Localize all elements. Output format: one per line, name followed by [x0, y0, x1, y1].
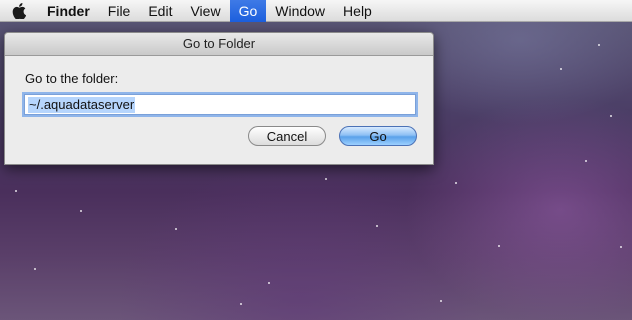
dialog-title: Go to Folder [5, 33, 433, 56]
menu-file[interactable]: File [99, 0, 140, 22]
apple-menu[interactable] [0, 0, 38, 22]
folder-prompt-label: Go to the folder: [25, 71, 119, 86]
wallpaper-star [34, 268, 36, 270]
menu-edit[interactable]: Edit [139, 0, 181, 22]
wallpaper-star [175, 228, 177, 230]
go-to-folder-dialog: Go to Folder Go to the folder: ~/.aquada… [4, 32, 434, 165]
menu-bar: Finder File Edit View Go Window Help [0, 0, 632, 22]
wallpaper-star [80, 210, 82, 212]
menu-window[interactable]: Window [266, 0, 334, 22]
wallpaper-star [325, 178, 327, 180]
wallpaper-star [598, 44, 600, 46]
wallpaper-star [268, 282, 270, 284]
menu-view[interactable]: View [181, 0, 229, 22]
wallpaper-star [498, 245, 500, 247]
apple-icon [12, 2, 26, 19]
folder-path-value: ~/.aquadataserver [28, 97, 136, 113]
folder-path-input[interactable]: ~/.aquadataserver [24, 94, 416, 115]
wallpaper-star [440, 300, 442, 302]
wallpaper-star [376, 225, 378, 227]
wallpaper-star [15, 190, 17, 192]
wallpaper-star [455, 182, 457, 184]
menu-app-finder[interactable]: Finder [38, 0, 99, 22]
wallpaper-star [585, 160, 587, 162]
go-button[interactable]: Go [339, 126, 417, 146]
cancel-button[interactable]: Cancel [248, 126, 326, 146]
menu-go[interactable]: Go [229, 0, 267, 22]
wallpaper-star [610, 115, 612, 117]
wallpaper-star [620, 246, 622, 248]
wallpaper-star [560, 68, 562, 70]
wallpaper-star [240, 303, 242, 305]
menu-help[interactable]: Help [334, 0, 381, 22]
